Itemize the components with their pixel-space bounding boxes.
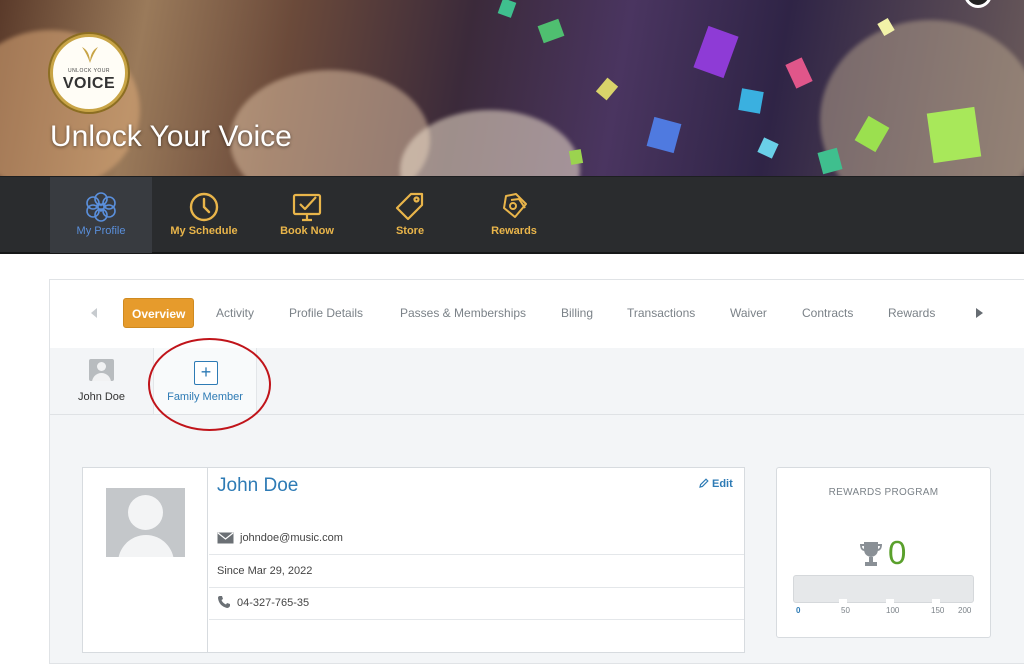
envelope-icon	[217, 532, 234, 544]
profile-name: John Doe	[217, 475, 299, 496]
tab-transactions[interactable]: Transactions	[627, 298, 695, 328]
profile-phone: 04-327-765-35	[237, 597, 310, 609]
profile-photo-placeholder-icon[interactable]	[106, 488, 185, 557]
since-row: Since Mar 29, 2022	[209, 555, 744, 588]
phone-icon	[218, 596, 230, 608]
member-since: Since Mar 29, 2022	[217, 565, 313, 577]
confetti	[497, 0, 517, 18]
confetti	[537, 18, 565, 44]
edit-label: Edit	[712, 478, 733, 490]
tab-overview[interactable]: Overview	[123, 298, 195, 328]
price-tag-icon	[395, 192, 424, 221]
nav-label: Store	[395, 225, 425, 237]
progress-notch	[932, 599, 940, 604]
edit-profile-button[interactable]: Edit	[699, 478, 733, 490]
user-menu-button[interactable]	[964, 0, 992, 8]
nav-my-schedule[interactable]: My Schedule	[153, 177, 255, 253]
tab-contracts[interactable]: Contracts	[802, 298, 853, 328]
clock-icon	[189, 192, 219, 222]
trophy-icon	[860, 542, 882, 566]
nav-label: My Schedule	[170, 225, 238, 237]
profile-card: Overview Activity Profile Details Passes…	[49, 279, 1024, 664]
rewards-points: 0	[888, 534, 907, 571]
tab-activity[interactable]: Activity	[216, 298, 254, 328]
profile-flower-icon	[86, 192, 116, 222]
tab-waiver[interactable]: Waiver	[730, 298, 767, 328]
nav-book-now[interactable]: Book Now	[256, 177, 358, 253]
photo-column	[83, 468, 208, 652]
profile-tabs: Overview Activity Profile Details Passes…	[50, 280, 1024, 348]
nav-label: Rewards	[491, 225, 537, 237]
progress-tick: 100	[886, 606, 900, 615]
hero-banner: UNLOCK YOUR VOICE Unlock Your Voice	[0, 0, 1024, 176]
progress-tick: 150	[931, 606, 945, 615]
nav-my-profile[interactable]: My Profile	[50, 177, 152, 253]
confetti	[646, 116, 682, 154]
nav-store[interactable]: Store	[359, 177, 461, 253]
hero-light	[820, 20, 1024, 176]
avatar-placeholder-icon	[89, 359, 114, 381]
logo-small-text: UNLOCK YOUR	[67, 68, 111, 74]
progress-tick: 0	[796, 606, 801, 615]
tab-billing[interactable]: Billing	[561, 298, 593, 328]
confetti	[926, 106, 982, 164]
progress-tick: 200	[958, 606, 972, 615]
nav-label: Book Now	[280, 225, 334, 237]
profile-email: johndoe@music.com	[240, 532, 343, 544]
progress-notch	[839, 599, 847, 604]
rewards-title: REWARDS PROGRAM	[828, 487, 939, 498]
confetti	[757, 137, 779, 159]
confetti	[568, 149, 584, 165]
logo-big-text: VOICE	[62, 75, 116, 92]
progress-notch	[886, 599, 894, 604]
progress-tick: 50	[841, 606, 850, 615]
confetti	[595, 77, 619, 101]
nav-label: My Profile	[76, 225, 126, 237]
tab-passes-memberships[interactable]: Passes & Memberships	[400, 298, 526, 328]
member-current[interactable]: John Doe	[50, 348, 153, 414]
phone-row: 04-327-765-35	[209, 587, 744, 620]
tabs-scroll-left-icon[interactable]	[91, 308, 97, 318]
rewards-progress-bar	[793, 575, 974, 603]
reward-tags-icon	[503, 193, 527, 218]
confetti	[785, 57, 813, 89]
rewards-program-panel: REWARDS PROGRAM 0 0 50 100 150 200	[776, 467, 991, 638]
tab-profile-details[interactable]: Profile Details	[289, 298, 363, 328]
email-row: johndoe@music.com	[209, 522, 744, 555]
profile-summary: John Doe Edit johndoe@music.com Since Ma…	[82, 467, 745, 653]
confetti	[693, 25, 739, 79]
main-nav: My Profile My Schedule Book Now Store Re…	[0, 176, 1024, 254]
logo-mark-icon	[82, 47, 98, 63]
hero-light	[400, 110, 580, 176]
page: UNLOCK YOUR VOICE Unlock Your Voice My P…	[0, 0, 1024, 664]
nav-rewards[interactable]: Rewards	[463, 177, 565, 253]
tabs-scroll-right-icon[interactable]	[976, 308, 983, 318]
confetti	[738, 88, 764, 114]
brand-logo[interactable]: UNLOCK YOUR VOICE	[50, 34, 128, 112]
monitor-check-icon	[292, 193, 322, 222]
highlight-circle	[148, 338, 271, 431]
member-name: John Doe	[77, 391, 126, 403]
hero-title: Unlock Your Voice	[50, 120, 292, 153]
pencil-icon	[699, 478, 709, 488]
tab-rewards[interactable]: Rewards	[888, 298, 935, 328]
